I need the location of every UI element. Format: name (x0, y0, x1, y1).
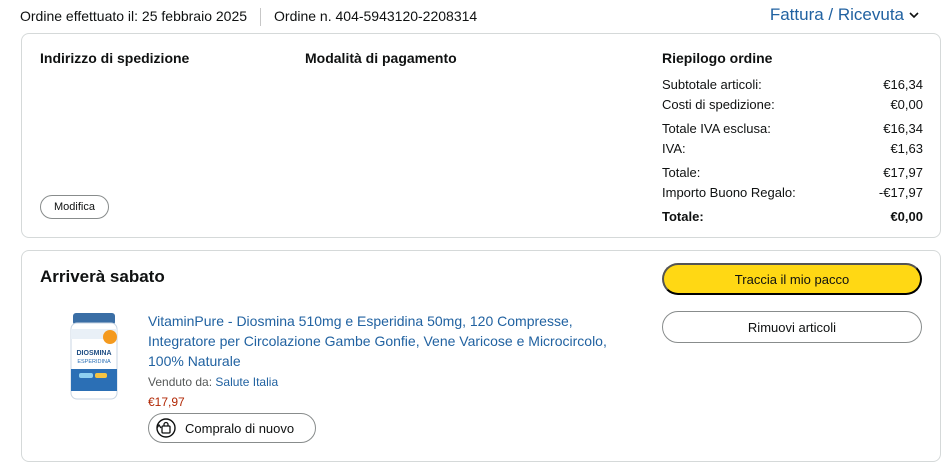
shipping-address-title: Indirizzo di spedizione (40, 50, 190, 66)
product-image-label: ESPERIDINA (77, 359, 111, 365)
delivery-status-title: Arriverà sabato (40, 267, 165, 286)
summary-row: IVA: €1,63 (662, 138, 923, 158)
seller-info: Venduto da: Salute Italia (148, 375, 278, 389)
summary-value: -€17,97 (878, 184, 923, 200)
summary-value: €1,63 (890, 140, 923, 156)
buy-again-label: Compralo di nuovo (185, 420, 295, 436)
summary-value: €16,34 (883, 120, 923, 136)
invoice-link[interactable]: Fattura / Ricevuta (770, 5, 920, 25)
summary-label: Totale IVA esclusa: (662, 120, 771, 136)
summary-value: €17,97 (883, 164, 923, 180)
order-summary-title: Riepilogo ordine (662, 50, 773, 66)
order-summary: Subtotale articoli: €16,34 Costi di sped… (662, 74, 923, 226)
divider (260, 8, 262, 26)
summary-label: IVA: (662, 140, 686, 156)
summary-label: Totale: (662, 164, 701, 180)
order-date: Ordine effettuato il: 25 febbraio 2025 (20, 8, 248, 24)
summary-row: Totale IVA esclusa: €16,34 (662, 118, 923, 138)
order-number: Ordine n. 404-5943120-2208314 (274, 8, 478, 24)
summary-row: Totale: €17,97 (662, 162, 923, 182)
summary-row: Costi di spedizione: €0,00 (662, 94, 923, 114)
summary-value: €0,00 (890, 208, 923, 224)
seller-link[interactable]: Salute Italia (215, 375, 278, 389)
summary-label: Costi di spedizione: (662, 96, 775, 112)
invoice-link-label: Fattura / Ricevuta (769, 5, 904, 24)
buy-again-icon (156, 418, 176, 438)
track-package-button[interactable]: Traccia il mio pacco (662, 263, 922, 295)
buy-again-button[interactable]: Compralo di nuovo (148, 413, 316, 443)
product-title-link[interactable]: VitaminPure - Diosmina 510mg e Esperidin… (148, 311, 618, 371)
summary-row: Importo Buono Regalo: -€17,97 (662, 182, 923, 202)
payment-method-title: Modalità di pagamento (305, 50, 457, 66)
modify-button[interactable]: Modifica (40, 195, 109, 219)
chevron-down-icon (909, 12, 919, 19)
summary-value: €0,00 (890, 96, 923, 112)
product-price: €17,97 (148, 395, 185, 409)
summary-label: Totale: (662, 208, 704, 224)
product-image[interactable]: DIOSMINA ESPERIDINA (65, 309, 123, 403)
order-details-card: Indirizzo di spedizione Modalità di paga… (21, 33, 941, 238)
summary-label: Subtotale articoli: (662, 76, 762, 92)
remove-items-button[interactable]: Rimuovi articoli (662, 311, 922, 343)
summary-label: Importo Buono Regalo: (662, 184, 796, 200)
summary-row: Subtotale articoli: €16,34 (662, 74, 923, 94)
summary-total-row: Totale: €0,00 (662, 206, 923, 226)
order-meta: Ordine effettuato il: 25 febbraio 2025 O… (20, 8, 477, 26)
summary-value: €16,34 (883, 76, 923, 92)
product-image-label: DIOSMINA (77, 350, 112, 357)
shipment-card: Arriverà sabato DIOSMINA ESPERIDINA Vita… (21, 250, 941, 462)
sold-by-label: Venduto da: (148, 375, 213, 389)
